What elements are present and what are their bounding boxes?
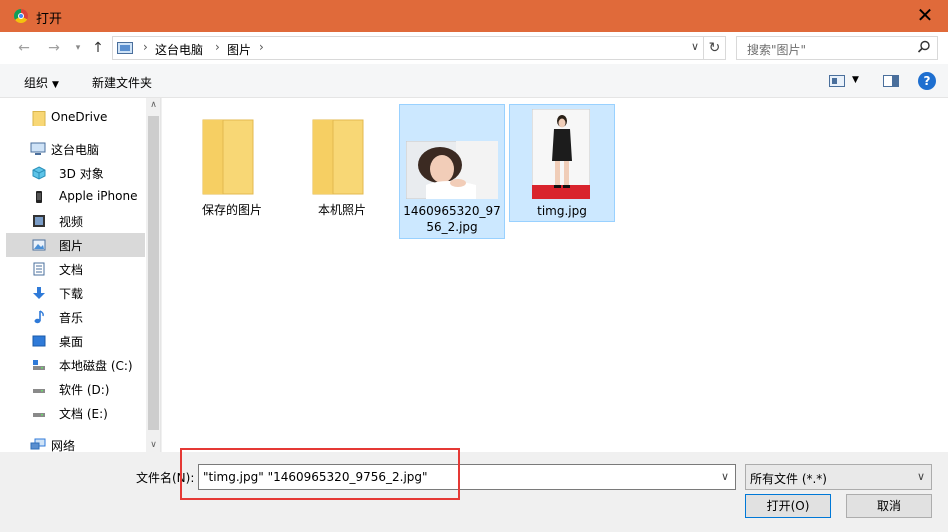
sidebar-item-label: 3D 对象 [59, 167, 104, 181]
recent-locations-button[interactable]: ▾ [68, 38, 88, 58]
scrollbar-thumb[interactable] [148, 116, 159, 430]
forward-button[interactable]: → [44, 38, 64, 58]
sidebar-item-this-pc[interactable]: 这台电脑 [6, 137, 145, 161]
sidebar-item-label: 音乐 [59, 311, 84, 325]
chrome-icon [14, 9, 28, 23]
video-icon [33, 215, 45, 227]
sidebar-scrollbar[interactable]: ∧ ∨ [146, 98, 160, 452]
back-button[interactable]: ← [14, 38, 34, 58]
drive-icon [33, 389, 45, 393]
sidebar-item-label: 桌面 [59, 335, 84, 349]
document-icon [33, 262, 45, 276]
file-type-select[interactable]: 所有文件 (*.*) ∨ [745, 464, 932, 490]
sidebar-item-label: 视频 [59, 215, 84, 229]
drive-icon [33, 360, 45, 370]
sidebar-item-onedrive[interactable]: OneDrive [6, 106, 145, 130]
chevron-down-icon[interactable]: ∨ [917, 470, 925, 483]
search-placeholder[interactable]: 搜索"图片" [747, 41, 806, 58]
sidebar-item-label: 网络 [51, 439, 76, 452]
navigation-pane: OneDrive 这台电脑 3D 对象 Apple iPhone 视频 图片 文… [0, 98, 161, 452]
breadcrumb-separator: › [259, 40, 264, 54]
file-item-label: timg.jpg [537, 204, 587, 218]
desktop-icon [32, 335, 46, 347]
new-folder-button[interactable]: 新建文件夹 [92, 74, 152, 91]
help-icon[interactable]: ? [918, 72, 936, 90]
sidebar-item-label: 本地磁盘 (C:) [59, 359, 133, 373]
file-item-label: 本机照片 [317, 203, 366, 217]
breadcrumb-pictures[interactable]: 图片 [227, 41, 251, 58]
file-item-saved-pictures[interactable]: 保存的图片 [180, 104, 286, 228]
chevron-down-icon[interactable]: ∨ [691, 40, 699, 53]
sidebar-item-drive-d[interactable]: 软件 (D:) [6, 377, 145, 401]
sidebar-item-3d-objects[interactable]: 3D 对象 [6, 161, 145, 185]
window-title: 打开 [36, 12, 63, 27]
annotation-highlight-box [180, 448, 460, 500]
sidebar-item-pictures[interactable]: 图片 [6, 233, 145, 257]
sidebar-item-desktop[interactable]: 桌面 [6, 329, 145, 353]
file-list: 保存的图片 本机照片 1460965320_9756_2.jpg timg.jp [162, 98, 948, 452]
sidebar-item-network[interactable]: 网络 [6, 433, 145, 452]
folder-icon [32, 111, 46, 126]
network-icon [30, 438, 46, 450]
sidebar-item-music[interactable]: 音乐 [6, 305, 145, 329]
folder-icon [312, 119, 364, 195]
navigation-bar: ← → ▾ ↑ › 这台电脑 › 图片 › ∨ ↻ 搜索"图片" [0, 32, 948, 64]
sidebar-item-label: 文档 (E:) [59, 407, 108, 421]
sidebar-item-documents[interactable]: 文档 [6, 257, 145, 281]
sidebar-item-label: 软件 (D:) [59, 383, 110, 397]
file-item-label: 1460965320_9756_2.jpg [403, 204, 501, 234]
scroll-down-icon[interactable]: ∨ [146, 440, 160, 450]
sidebar-item-drive-e[interactable]: 文档 (E:) [6, 401, 145, 425]
breadcrumb-separator: › [215, 40, 220, 54]
chevron-down-icon[interactable]: ∨ [721, 470, 729, 483]
up-button[interactable]: ↑ [88, 38, 108, 58]
refresh-button[interactable]: ↻ [703, 37, 725, 59]
file-item-camera-roll[interactable]: 本机照片 [290, 104, 396, 228]
file-item-timg-jpg[interactable]: timg.jpg [509, 104, 615, 222]
preview-pane-icon[interactable] [883, 75, 899, 87]
music-icon [34, 310, 44, 324]
file-item-label: 保存的图片 [201, 203, 262, 217]
file-item-1460965320-jpg[interactable]: 1460965320_9756_2.jpg [399, 104, 505, 239]
phone-icon [36, 191, 42, 203]
command-toolbar: 组织 ▼ 新建文件夹 ▼ ? [0, 64, 948, 98]
view-mode-icon[interactable] [829, 75, 845, 87]
address-bar[interactable]: › 这台电脑 › 图片 › ∨ ↻ [112, 36, 726, 60]
caret-down-icon: ▼ [52, 80, 59, 90]
sidebar-item-label: 这台电脑 [51, 143, 100, 157]
photo-thumbnail [532, 109, 590, 199]
breadcrumb-this-pc[interactable]: 这台电脑 [155, 41, 203, 58]
computer-icon [117, 42, 133, 54]
sidebar-item-drive-c[interactable]: 本地磁盘 (C:) [6, 353, 145, 377]
picture-icon [32, 239, 46, 251]
organize-label: 组织 [24, 76, 49, 90]
sidebar-item-label: 下载 [59, 287, 84, 301]
scroll-up-icon[interactable]: ∧ [146, 100, 160, 110]
drive-icon [33, 413, 45, 417]
sidebar-item-videos[interactable]: 视频 [6, 209, 145, 233]
sidebar-item-apple-iphone[interactable]: Apple iPhone [6, 185, 145, 209]
cancel-button[interactable]: 取消 [846, 494, 932, 518]
title-bar: 打开 ✕ [0, 0, 948, 32]
dialog-footer: 文件名(N): "timg.jpg" "1460965320_9756_2.jp… [0, 448, 948, 532]
search-icon[interactable] [917, 40, 931, 54]
download-icon [33, 287, 45, 299]
photo-thumbnail [406, 141, 498, 199]
computer-icon [30, 142, 46, 155]
organize-button[interactable]: 组织 ▼ [24, 74, 59, 91]
folder-icon [202, 119, 254, 195]
search-box[interactable]: 搜索"图片" [736, 36, 938, 60]
cube-icon [32, 166, 46, 180]
breadcrumb-separator: › [143, 40, 148, 54]
close-button[interactable]: ✕ [912, 4, 938, 26]
sidebar-item-downloads[interactable]: 下载 [6, 281, 145, 305]
open-button[interactable]: 打开(O) [745, 494, 831, 518]
sidebar-item-label: Apple iPhone [59, 189, 138, 203]
file-type-value: 所有文件 (*.*) [750, 472, 827, 486]
sidebar-item-label: 图片 [59, 239, 84, 253]
caret-down-icon[interactable]: ▼ [852, 75, 859, 85]
sidebar-item-label: 文档 [59, 263, 84, 277]
sidebar-item-label: OneDrive [51, 110, 108, 124]
